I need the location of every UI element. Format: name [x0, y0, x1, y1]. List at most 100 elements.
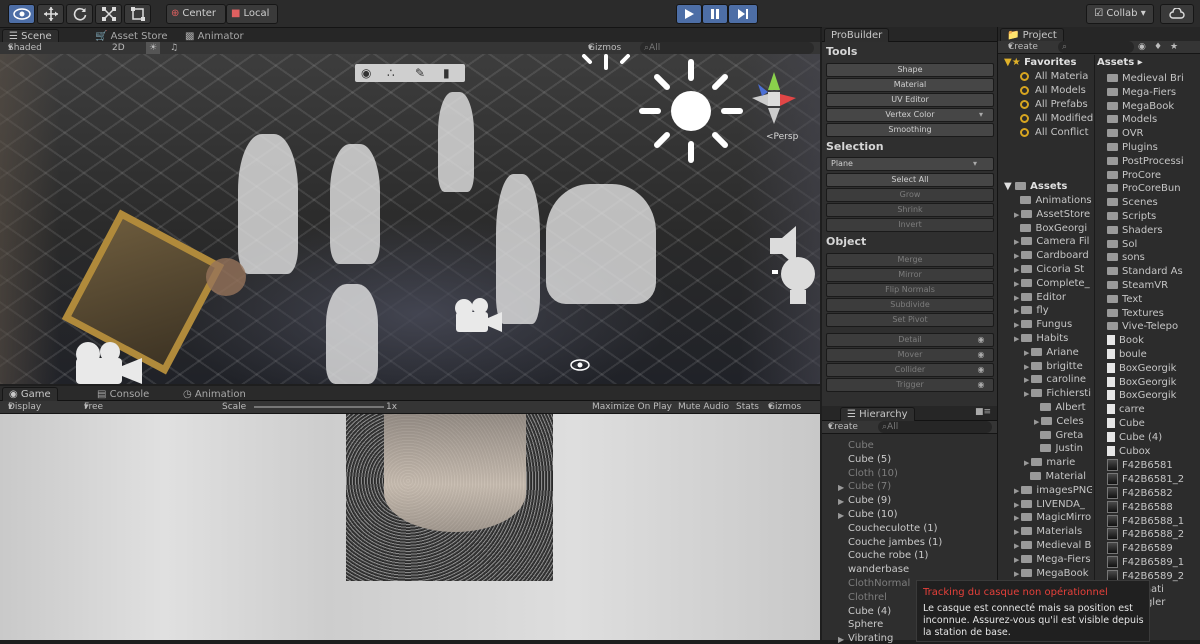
point-light-icon[interactable]	[770, 244, 820, 314]
eye-toggle-icon[interactable]: ◉	[973, 349, 989, 361]
favorite-item[interactable]: All Modified	[1020, 113, 1094, 124]
expand-arrow-icon[interactable]: ▶	[1014, 266, 1019, 274]
move-icon[interactable]	[37, 4, 64, 24]
asset-item[interactable]: OVR	[1107, 128, 1200, 139]
asset-item[interactable]: Models	[1107, 114, 1200, 125]
project-folder-item[interactable]: ▶ MegaBook	[1014, 568, 1092, 579]
expand-arrow-icon[interactable]: ▶	[1014, 238, 1019, 246]
expand-arrow-icon[interactable]: ▶	[1014, 252, 1019, 260]
tab-asset-store[interactable]: 🛒 Asset Store	[88, 29, 175, 43]
project-folder-item[interactable]: ▶ Materials	[1014, 526, 1092, 537]
rotate-icon[interactable]	[66, 4, 93, 24]
expand-arrow-icon[interactable]: ▶	[1014, 280, 1019, 288]
asset-item[interactable]: Textures	[1107, 308, 1200, 319]
project-folder-item[interactable]: Animations	[1014, 195, 1092, 206]
orientation-gizmo[interactable]	[744, 68, 804, 130]
asset-item[interactable]: Standard As	[1107, 266, 1200, 277]
hierarchy-item[interactable]: Coucheculotte (1)	[848, 523, 938, 534]
project-folder-item[interactable]: ▶ Habits	[1014, 333, 1092, 344]
collab-dropdown[interactable]: ☑ Collab ▾	[1086, 4, 1154, 24]
tab-scene[interactable]: ☰ Scene	[2, 29, 59, 43]
hierarchy-item[interactable]: Cube (4)	[848, 606, 891, 617]
expand-arrow-icon[interactable]: ▶	[1014, 501, 1019, 509]
asset-item[interactable]: SteamVR	[1107, 280, 1200, 291]
asset-item[interactable]: Sol	[1107, 239, 1200, 250]
project-folder-item[interactable]: ▶ brigitte	[1024, 361, 1092, 372]
project-folder-item[interactable]: ▶ MagicMirro	[1014, 512, 1092, 523]
expand-arrow-icon[interactable]: ▶	[1024, 376, 1029, 384]
asset-item[interactable]: F42B6588_2	[1107, 528, 1200, 541]
asset-item[interactable]: Cube	[1107, 418, 1200, 429]
stats-toggle[interactable]: Stats	[736, 401, 759, 413]
face-mode-icon[interactable]: ▮	[443, 66, 450, 80]
asset-item[interactable]: Vive-Telepo	[1107, 321, 1200, 332]
assets-breadcrumb[interactable]: Assets ▸	[1097, 57, 1143, 68]
expand-arrow-icon[interactable]: ▶	[1024, 349, 1029, 357]
vertex-mode-icon[interactable]: ∴	[387, 66, 395, 80]
hierarchy-search-input[interactable]: ⌕ All	[878, 421, 992, 433]
directional-light-icon[interactable]	[636, 58, 746, 168]
hierarchy-item[interactable]: Couche jambes (1)	[848, 537, 942, 548]
lighting-icon[interactable]: ☀	[146, 42, 161, 54]
rect-icon[interactable]	[124, 4, 151, 24]
asset-item[interactable]: BoxGeorgik	[1107, 390, 1200, 401]
grow-button[interactable]: Grow	[826, 188, 994, 202]
expand-arrow-icon[interactable]: ▶	[1024, 363, 1029, 371]
scene-search-input[interactable]: ⌕ All	[640, 42, 814, 54]
favorites-header[interactable]: ▼★ Favorites	[1004, 57, 1076, 68]
hierarchy-item[interactable]: wanderbase	[848, 564, 909, 575]
expand-arrow-icon[interactable]: ▶	[1014, 335, 1019, 343]
invert-button[interactable]: Invert	[826, 218, 994, 232]
project-folder-item[interactable]: Justin	[1034, 443, 1092, 454]
project-folder-item[interactable]: ▶ Cicoria St	[1014, 264, 1092, 275]
vertex-color-button[interactable]: Vertex Color ▾	[826, 108, 994, 122]
tab-hierarchy[interactable]: ☰ Hierarchy	[840, 407, 915, 421]
expand-arrow-icon[interactable]: ▶	[1014, 487, 1019, 495]
asset-item[interactable]: Scenes	[1107, 197, 1200, 208]
assets-root[interactable]: ▼ Assets	[1004, 181, 1067, 192]
project-folder-item[interactable]: Greta	[1034, 430, 1092, 441]
merge-button[interactable]: Merge	[826, 253, 994, 267]
project-folder-item[interactable]: ▶ Fungus	[1014, 319, 1092, 330]
hierarchy-item[interactable]: Cube (5)	[848, 454, 891, 465]
eye-toggle-icon[interactable]: ◉	[973, 379, 989, 391]
favorite-item[interactable]: All Prefabs	[1020, 99, 1094, 110]
hierarchy-item[interactable]: Vibrating	[848, 633, 893, 644]
expand-arrow-icon[interactable]: ▶	[1014, 307, 1019, 315]
project-folder-item[interactable]: Material	[1024, 471, 1092, 482]
select-all-button[interactable]: Select All	[826, 173, 994, 187]
asset-item[interactable]: MegaBook	[1107, 101, 1200, 112]
expand-arrow-icon[interactable]: ▶	[1034, 418, 1039, 426]
project-folder-item[interactable]: ▶ imagesPNG	[1014, 485, 1092, 496]
asset-item[interactable]: sons	[1107, 252, 1200, 263]
camera-icon-2[interactable]	[452, 294, 504, 334]
favorite-item[interactable]: All Materia	[1020, 71, 1094, 82]
asset-item[interactable]: Shaders	[1107, 225, 1200, 236]
tab-game[interactable]: ◉ Game	[2, 387, 58, 401]
hierarchy-create-dropdown[interactable]: Create ▾	[828, 421, 858, 433]
expand-arrow-icon[interactable]: ▶	[1014, 570, 1019, 578]
asset-item[interactable]: Scripts	[1107, 211, 1200, 222]
eye-icon[interactable]	[8, 4, 35, 24]
detail-button[interactable]: Detail ◉	[826, 333, 994, 347]
project-folder-item[interactable]: ▶ AssetStore	[1014, 209, 1092, 220]
asset-item[interactable]: BoxGeorgik	[1107, 362, 1200, 374]
expand-arrow-icon[interactable]: ▶	[1014, 211, 1019, 219]
expand-arrow-icon[interactable]: ▶	[1014, 556, 1019, 564]
asset-item[interactable]: F42B6589_1	[1107, 556, 1200, 568]
expand-arrow-icon[interactable]: ▶	[838, 511, 844, 520]
2d-toggle[interactable]: 2D	[112, 42, 125, 54]
favorite-item[interactable]: All Conflict	[1020, 127, 1094, 138]
gizmos-dropdown-game[interactable]: Gizmos ▾	[768, 401, 801, 413]
expand-arrow-icon[interactable]: ▶	[838, 483, 844, 492]
gizmos-dropdown[interactable]: Gizmos ▾	[588, 42, 621, 54]
cloud-icon[interactable]	[1160, 4, 1194, 24]
star-icon[interactable]: ★	[1170, 41, 1178, 53]
project-folder-item[interactable]: ▶ Complete_	[1014, 278, 1092, 289]
collider-button[interactable]: Collider ◉	[826, 363, 994, 377]
pivot-center-toggle[interactable]: ⊕ Center	[166, 4, 226, 24]
project-folder-item[interactable]: ▶ fly	[1014, 305, 1092, 316]
object-mode-icon[interactable]: ◉	[361, 66, 371, 80]
scale-icon[interactable]	[95, 4, 122, 24]
hierarchy-item[interactable]: Cube (9)	[848, 495, 891, 506]
